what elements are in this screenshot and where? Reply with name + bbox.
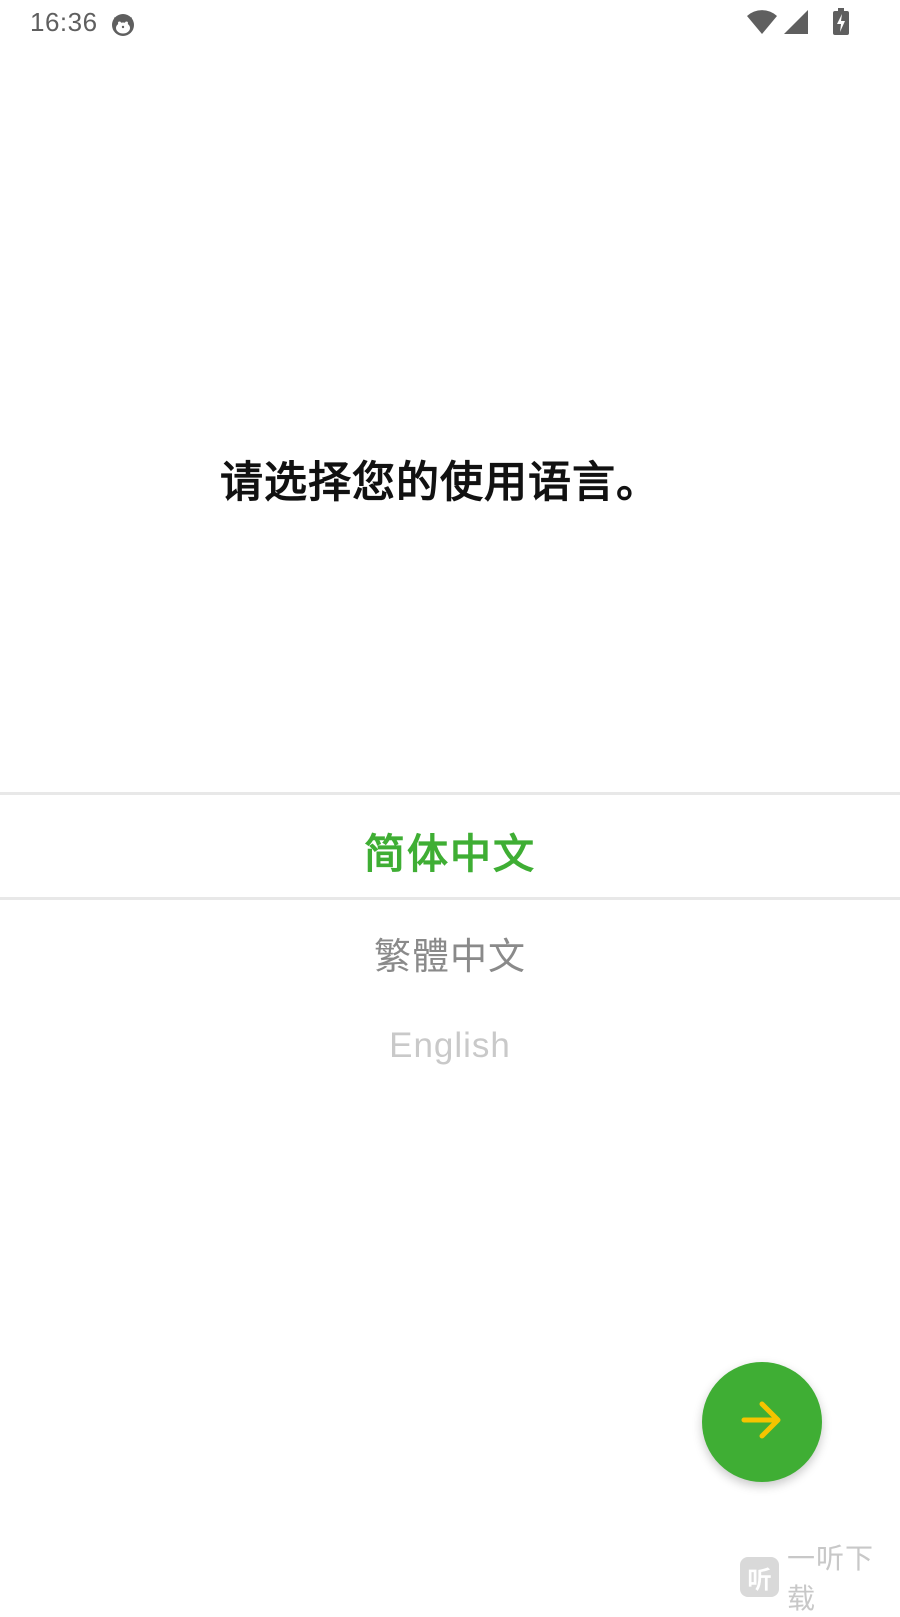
watermark: 听 一听下载 (740, 1542, 900, 1615)
picker-divider-bottom (0, 897, 900, 900)
battery-charging-icon (832, 8, 850, 40)
status-time: 16:36 (30, 7, 98, 37)
watermark-text: 一听下载 (786, 1542, 874, 1615)
arrow-right-icon (740, 1400, 784, 1444)
status-bar: 16:36 (0, 0, 900, 48)
language-option-traditional-chinese[interactable]: 繁體中文 (0, 926, 900, 980)
next-button[interactable] (702, 1362, 822, 1482)
language-picker[interactable]: 简体中文 繁體中文 English (0, 792, 900, 1122)
watermark-logo: 听 (740, 1557, 779, 1597)
wifi-icon (746, 9, 778, 39)
status-icons (746, 8, 850, 40)
cellular-signal-icon (782, 9, 810, 39)
picker-divider-top (0, 792, 900, 795)
page-title: 请选择您的使用语言。 (220, 458, 660, 508)
language-option-simplified-chinese[interactable]: 简体中文 (0, 820, 900, 880)
cat-face-icon (110, 11, 136, 37)
language-option-english[interactable]: English (0, 1026, 900, 1066)
